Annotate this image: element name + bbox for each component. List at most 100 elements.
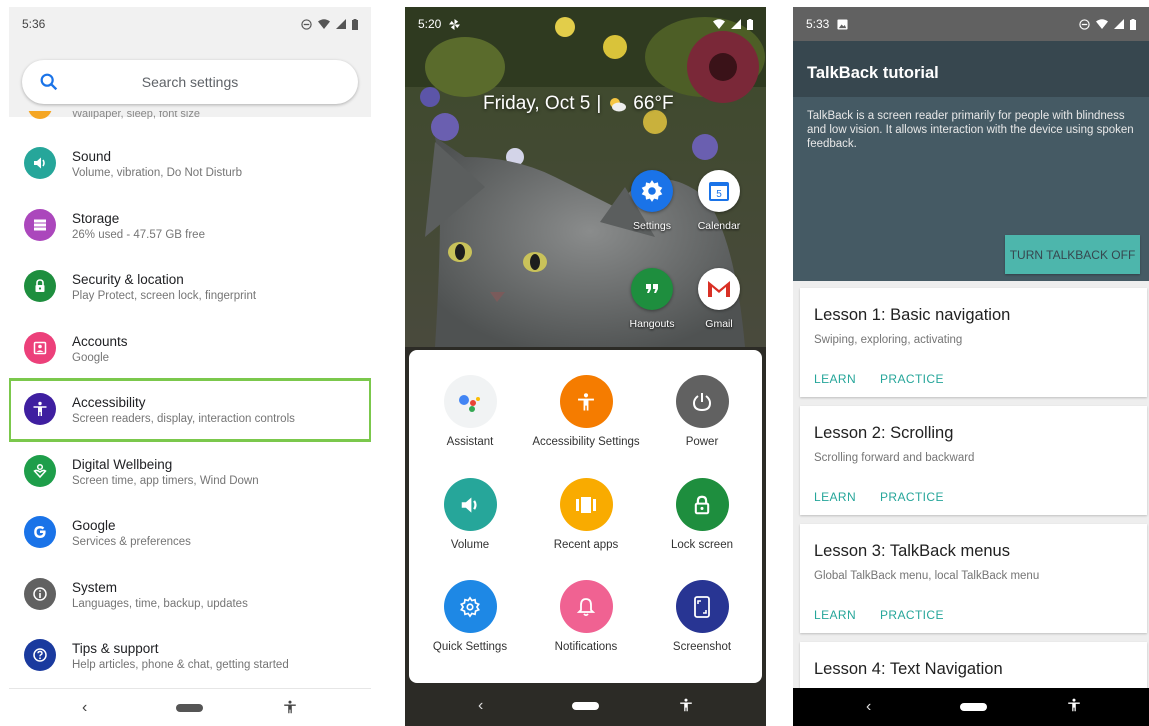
home-button[interactable] [960, 703, 987, 711]
search-input[interactable] [22, 74, 358, 90]
status-icons [1079, 18, 1136, 30]
storage-icon [24, 208, 56, 241]
app-hangouts[interactable]: Hangouts [630, 268, 674, 330]
settings-screen: 5:36 Wallpaper, sleep, font size Sound V… [9, 7, 371, 726]
item-title: Sound [72, 149, 112, 164]
menu-item-label: Quick Settings [432, 641, 508, 653]
home-button[interactable] [176, 704, 203, 712]
settings-item-google[interactable]: Google Services & preferences [9, 502, 371, 564]
item-title: Storage [72, 210, 120, 226]
accessibility-menu: Assistant Accessibility Settings Power V… [409, 350, 762, 683]
lesson-title: Lesson 1: Basic navigation [814, 306, 1011, 324]
item-title: Tips & support [72, 641, 159, 656]
lesson-card: Lesson 3: TalkBack menus Global TalkBack… [800, 524, 1147, 633]
settings-item-accounts[interactable]: Accounts Google [9, 318, 371, 380]
screenshot-icon [675, 580, 729, 633]
item-subtitle: Help articles, phone & chat, getting sta… [72, 659, 289, 671]
wifi-icon [1096, 19, 1108, 29]
accessibility-icon [559, 375, 613, 428]
dnd-icon [1079, 18, 1090, 30]
settings-item-tips-support[interactable]: Tips & support Help articles, phone & ch… [9, 625, 371, 687]
menu-item-power[interactable]: Power [647, 375, 757, 449]
menu-item-label: Notifications [554, 641, 618, 653]
learn-button[interactable]: LEARN [814, 608, 856, 622]
status-time: 5:20 [418, 17, 442, 31]
wellbeing-icon [24, 454, 56, 487]
status-icons [301, 18, 358, 30]
menu-item-recent-apps[interactable]: Recent apps [531, 478, 641, 552]
learn-button[interactable]: LEARN [814, 372, 856, 386]
home-screen: 5:20 Friday, Oct 5 | 66°F Settings 5 Cal… [405, 7, 766, 726]
navigation-bar: ‹ [405, 686, 766, 726]
app-calendar[interactable]: 5 Calendar [697, 170, 741, 232]
gear-icon [443, 580, 497, 633]
menu-item-label: Accessibility Settings [532, 436, 640, 448]
at-a-glance-widget[interactable]: Friday, Oct 5 | 66°F [483, 93, 674, 115]
app-gmail[interactable]: Gmail [697, 268, 741, 330]
lock-icon [675, 478, 729, 531]
lesson-card: Lesson 2: Scrolling Scrolling forward an… [800, 406, 1147, 515]
menu-item-quick-settings[interactable]: Quick Settings [415, 580, 525, 654]
back-button[interactable]: ‹ [866, 698, 871, 716]
wifi-icon [318, 19, 330, 29]
lesson-subtitle: Global TalkBack menu, local TalkBack men… [814, 570, 1040, 582]
settings-item-digital-wellbeing[interactable]: Digital Wellbeing Screen time, app timer… [9, 441, 371, 503]
menu-item-notifications[interactable]: Notifications [531, 580, 641, 654]
signal-icon [1114, 19, 1124, 29]
item-title: Security & location [72, 272, 184, 287]
practice-button[interactable]: PRACTICE [880, 372, 944, 386]
settings-item-sound[interactable]: Sound Volume, vibration, Do Not Disturb [9, 133, 371, 195]
menu-item-assistant[interactable]: Assistant [415, 375, 525, 449]
lesson-title: Lesson 4: Text Navigation [814, 660, 1003, 678]
hangouts-icon [631, 268, 673, 310]
practice-button[interactable]: PRACTICE [880, 608, 944, 622]
app-label: Calendar [697, 220, 741, 232]
app-label: Hangouts [629, 318, 675, 330]
accessibility-shortcut-icon[interactable] [678, 696, 694, 714]
menu-item-label: Screenshot [672, 641, 732, 653]
menu-item-screenshot[interactable]: Screenshot [647, 580, 757, 654]
practice-button[interactable]: PRACTICE [880, 490, 944, 504]
item-subtitle: Services & preferences [72, 536, 191, 548]
signal-icon [731, 19, 741, 29]
settings-item-security[interactable]: Security & location Play Protect, screen… [9, 256, 371, 318]
item-subtitle: 26% used - 47.57 GB free [72, 228, 205, 241]
home-button[interactable] [572, 702, 599, 710]
volume-icon [24, 147, 56, 179]
turn-talkback-off-button[interactable]: TURN TALKBACK OFF [1005, 235, 1140, 274]
wifi-icon [713, 19, 725, 29]
app-settings[interactable]: Settings [630, 170, 674, 232]
gear-icon [631, 170, 673, 212]
page-title: TalkBack tutorial [807, 64, 939, 82]
menu-item-lock-screen[interactable]: Lock screen [647, 478, 757, 552]
battery-icon [1130, 18, 1136, 30]
partly-sunny-icon [610, 98, 627, 112]
settings-item-system[interactable]: System Languages, time, backup, updates [9, 564, 371, 626]
learn-button[interactable]: LEARN [814, 490, 856, 504]
search-bar[interactable] [22, 60, 358, 104]
settings-list: Sound Volume, vibration, Do Not Disturb … [9, 133, 371, 687]
accessibility-shortcut-icon[interactable] [1066, 696, 1082, 714]
app-bar: TalkBack tutorial [793, 41, 1149, 97]
back-button[interactable]: ‹ [82, 699, 87, 717]
temperature-text: 66°F [633, 93, 674, 114]
item-title: Digital Wellbeing [72, 456, 173, 472]
item-subtitle: Play Protect, screen lock, fingerprint [72, 290, 257, 302]
navigation-bar: ‹ [793, 688, 1149, 726]
app-label: Gmail [705, 318, 733, 330]
accessibility-shortcut-icon[interactable] [282, 698, 298, 716]
menu-item-accessibility-settings[interactable]: Accessibility Settings [531, 375, 641, 449]
back-button[interactable]: ‹ [478, 697, 483, 715]
settings-item-storage[interactable]: Storage 26% used - 47.57 GB free [9, 195, 371, 257]
item-subtitle: Screen time, app timers, Wind Down [72, 474, 259, 487]
recent-apps-icon [559, 478, 613, 531]
item-subtitle: Screen readers, display, interaction con… [72, 413, 295, 425]
talkback-tutorial-screen: 5:33 TalkBack tutorial TalkBack is a scr… [793, 7, 1149, 726]
help-icon [24, 639, 56, 671]
assistant-icon [443, 375, 497, 428]
lesson-title: Lesson 3: TalkBack menus [814, 542, 1010, 560]
search-header [9, 41, 371, 117]
menu-item-volume[interactable]: Volume [415, 478, 525, 552]
item-title: Accessibility [72, 395, 146, 410]
settings-item-accessibility[interactable]: Accessibility Screen readers, display, i… [9, 378, 371, 442]
